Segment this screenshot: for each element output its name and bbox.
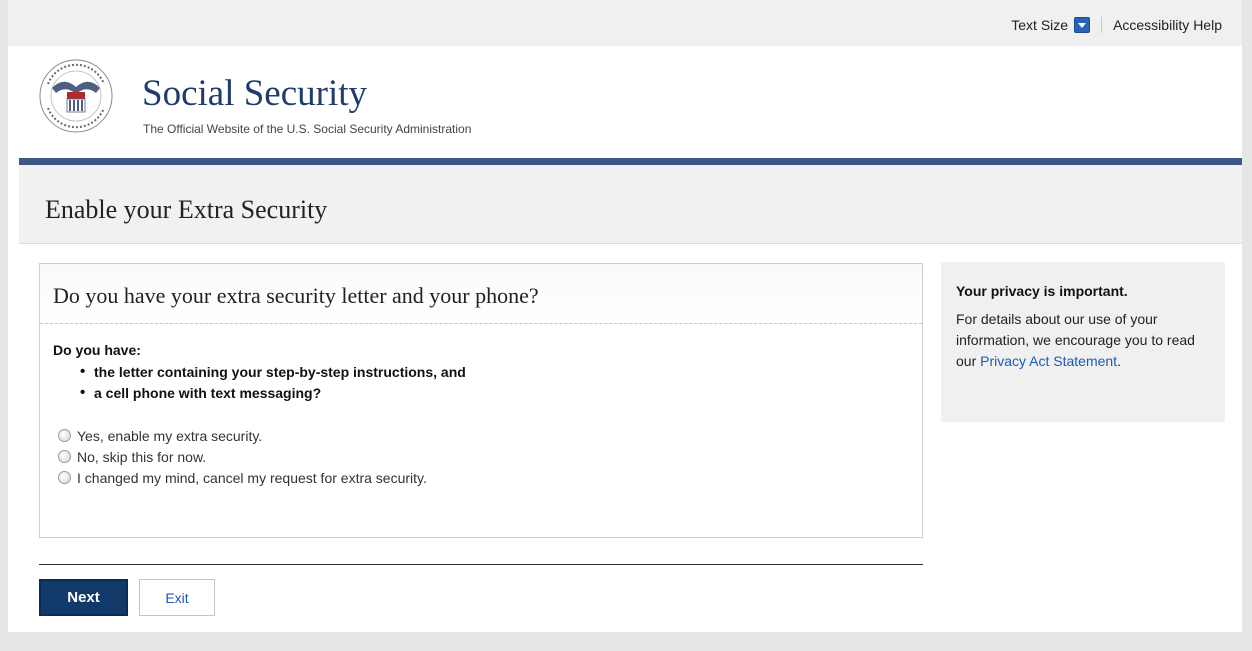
- privacy-title: Your privacy is important.: [956, 283, 1128, 299]
- requirements-list: the letter containing your step-by-step …: [53, 363, 913, 401]
- option-label: Yes, enable my extra security.: [77, 427, 263, 444]
- page-title: Enable your Extra Security: [45, 195, 328, 224]
- next-button[interactable]: Next: [39, 579, 128, 616]
- list-item: the letter containing your step-by-step …: [80, 363, 913, 380]
- site-subtitle: The Official Website of the U.S. Social …: [143, 122, 472, 136]
- chevron-down-icon[interactable]: [1074, 17, 1091, 33]
- option-label: I changed my mind, cancel my request for…: [77, 469, 427, 486]
- header-rule: [19, 158, 1242, 165]
- text-size-label: Text Size: [1011, 17, 1069, 33]
- radio-button[interactable]: [58, 450, 71, 463]
- exit-button[interactable]: Exit: [139, 579, 215, 616]
- utility-bar: Text Size Accessibility Help: [8, 0, 1242, 46]
- radio-button[interactable]: [58, 429, 71, 442]
- text-size-control[interactable]: Text Size: [1011, 17, 1091, 33]
- option-label: No, skip this for now.: [77, 448, 207, 465]
- privacy-text: For details about our use of your inform…: [956, 309, 1218, 372]
- do-you-have-label: Do you have:: [53, 342, 141, 358]
- list-item: a cell phone with text messaging?: [80, 384, 913, 401]
- extra-security-options: Yes, enable my extra security. No, skip …: [53, 425, 913, 488]
- option-yes-enable[interactable]: Yes, enable my extra security.: [53, 425, 913, 446]
- site-title[interactable]: Social Security: [142, 74, 367, 114]
- question-header: Do you have your extra security letter a…: [40, 264, 922, 324]
- accessibility-help-link[interactable]: Accessibility Help: [1113, 17, 1222, 33]
- actions-divider: [39, 564, 923, 565]
- question-panel: Do you have your extra security letter a…: [39, 263, 923, 538]
- privacy-sidebar: Your privacy is important. For details a…: [941, 262, 1225, 422]
- question-body: Do you have: the letter containing your …: [53, 342, 913, 488]
- privacy-act-link[interactable]: Privacy Act Statement: [980, 353, 1117, 369]
- option-cancel-request[interactable]: I changed my mind, cancel my request for…: [53, 467, 913, 488]
- page: Social Security The Official Website of …: [8, 46, 1242, 632]
- radio-button[interactable]: [58, 471, 71, 484]
- option-no-skip[interactable]: No, skip this for now.: [53, 446, 913, 467]
- question-title: Do you have your extra security letter a…: [53, 283, 539, 308]
- utility-divider: [1101, 17, 1103, 33]
- page-title-band: Enable your Extra Security: [19, 165, 1242, 244]
- ssa-seal-logo[interactable]: [38, 58, 114, 134]
- utility-links: Text Size Accessibility Help: [1011, 17, 1222, 33]
- privacy-period: .: [1117, 353, 1121, 369]
- site-header: Social Security The Official Website of …: [8, 46, 1242, 158]
